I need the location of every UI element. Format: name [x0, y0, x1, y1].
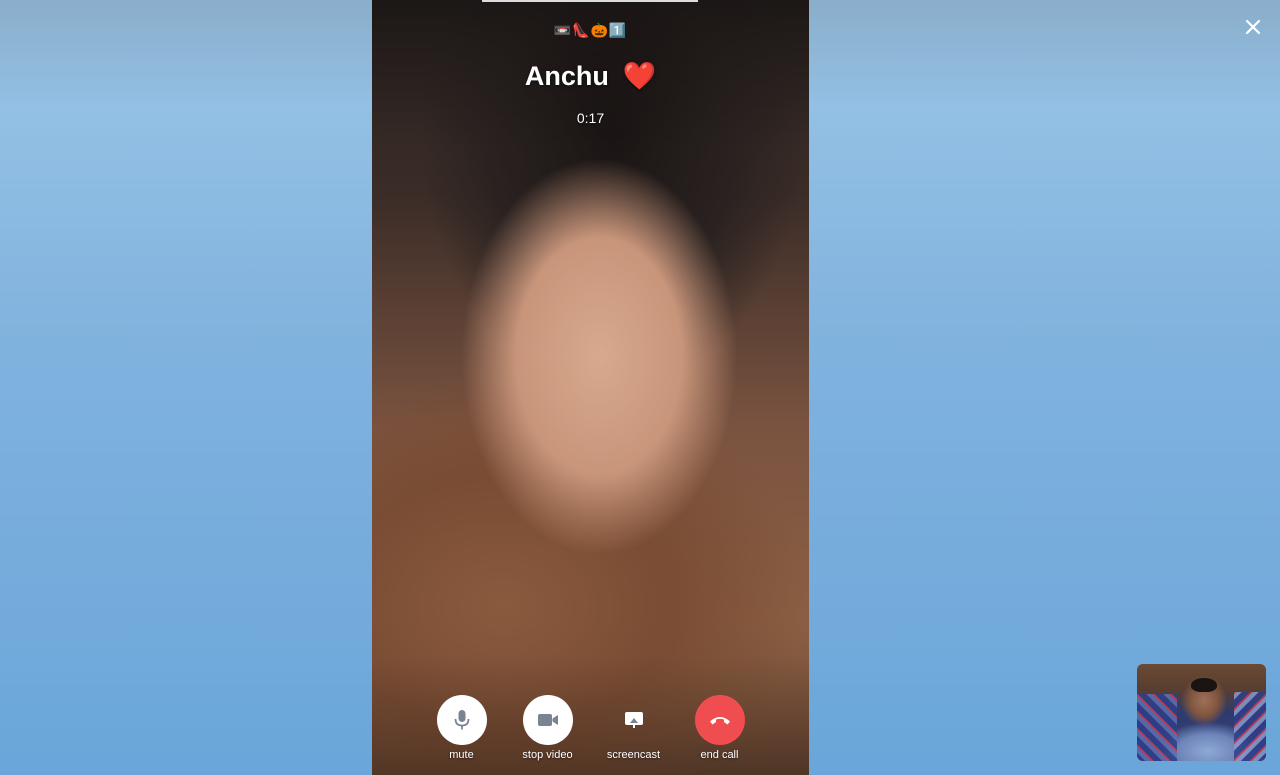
- screencast-icon: [624, 712, 643, 728]
- close-icon: [1245, 19, 1261, 35]
- mute-button[interactable]: mute: [419, 695, 505, 761]
- stop-video-label: stop video: [522, 749, 573, 761]
- hang-up-icon: [709, 717, 730, 725]
- self-view-video[interactable]: [1137, 664, 1266, 761]
- mute-label: mute: [449, 749, 474, 761]
- call-controls: mute stop video screencast end call: [372, 695, 809, 761]
- caller-name-heading: Anchu ❤️: [372, 60, 809, 92]
- remote-video: 📼👠🎃1️⃣ Anchu ❤️ 0:17 mute stop video scr…: [372, 0, 809, 775]
- caller-status-emojis: 📼👠🎃1️⃣: [553, 22, 628, 38]
- video-top-edge: [482, 0, 698, 2]
- end-call-label: end call: [700, 749, 739, 761]
- microphone-icon: [454, 710, 469, 730]
- call-window: 📼👠🎃1️⃣ Anchu ❤️ 0:17 mute stop video scr…: [0, 0, 1280, 775]
- video-camera-icon: [537, 714, 558, 726]
- stop-video-button[interactable]: stop video: [505, 695, 591, 761]
- screencast-button[interactable]: screencast: [591, 695, 677, 761]
- heart-icon: ❤️: [622, 61, 657, 91]
- close-button[interactable]: [1240, 14, 1266, 40]
- screencast-label: screencast: [606, 749, 661, 761]
- end-call-button[interactable]: end call: [677, 695, 763, 761]
- call-duration: 0:17: [576, 110, 605, 126]
- caller-name: Anchu: [524, 61, 609, 91]
